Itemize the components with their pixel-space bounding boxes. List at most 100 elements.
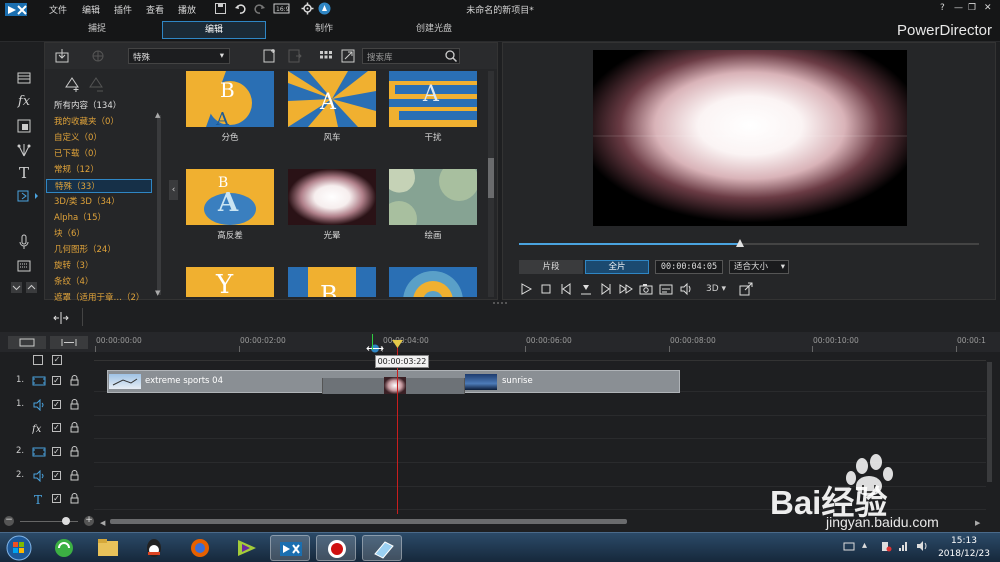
transition-thumbnail[interactable] <box>288 169 376 225</box>
category-dropdown[interactable]: 特殊 ▾ <box>128 48 230 64</box>
timeline-hscrollbar-thumb[interactable] <box>110 519 627 524</box>
scroll-left-icon[interactable]: ◀ <box>100 519 105 527</box>
all-tracks-visible-icon[interactable] <box>33 355 43 365</box>
category-item[interactable]: 旋转（3） <box>54 259 93 271</box>
expand-down-icon[interactable] <box>11 282 22 293</box>
new-item-icon[interactable] <box>263 48 277 64</box>
search-icon[interactable] <box>444 49 458 63</box>
track-header-video[interactable]: 1. ✓ <box>0 370 92 392</box>
track-header-fx[interactable]: fx ✓ <box>0 417 92 439</box>
start-button-icon[interactable] <box>4 534 34 562</box>
export-disabled-icon[interactable] <box>288 48 302 64</box>
audio-mixing-room-icon[interactable] <box>16 234 32 250</box>
plugin-disabled-icon[interactable] <box>90 48 106 64</box>
pip-room-icon[interactable] <box>16 118 32 134</box>
play-icon[interactable] <box>519 282 533 296</box>
stop-icon[interactable] <box>539 282 553 296</box>
scroll-up-icon[interactable]: ▲ <box>155 111 160 119</box>
taskbar-firefox-icon[interactable] <box>180 535 220 561</box>
tray-clock-date[interactable]: 2018/12/23 <box>930 549 998 559</box>
clip-mode-button[interactable]: 片段 <box>519 260 583 274</box>
transition-thumbnail[interactable]: Y <box>186 267 274 297</box>
category-item[interactable]: 几何图形（24） <box>54 243 116 255</box>
category-item[interactable]: 常规（12） <box>54 163 99 175</box>
lock-icon[interactable] <box>70 375 79 386</box>
chapter-room-icon[interactable] <box>16 258 32 274</box>
close-button[interactable]: ✕ <box>984 3 992 13</box>
transition-thumbnail[interactable]: AB <box>186 169 274 225</box>
category-item[interactable]: 特殊（33） <box>46 179 152 193</box>
restore-button[interactable]: ❐ <box>968 3 976 13</box>
category-scrollbar[interactable] <box>157 115 161 295</box>
3d-mode-button[interactable]: 3D ▾ <box>703 282 729 296</box>
category-item[interactable]: 3D/类 3D（34） <box>54 195 120 207</box>
collapse-categories-button[interactable]: ‹ <box>169 180 178 200</box>
track-header-audio[interactable]: 2. ✓ <box>0 465 92 487</box>
scroll-down-icon[interactable]: ▼ <box>155 289 160 297</box>
track-lane[interactable] <box>94 394 986 416</box>
transition-thumbnail[interactable]: B <box>288 267 376 297</box>
fit-timeline-icon[interactable] <box>52 311 70 325</box>
track-enable-checkbox[interactable]: ✓ <box>52 400 61 409</box>
tab-capture[interactable]: 捕捉 <box>38 21 156 39</box>
help-button[interactable]: ? <box>940 3 945 13</box>
track-enable-checkbox[interactable]: ✓ <box>52 471 61 480</box>
grid-view-icon[interactable] <box>319 48 333 64</box>
taskbar-qq-icon[interactable] <box>134 535 174 561</box>
category-item[interactable]: Alpha（15） <box>54 211 106 223</box>
track-manager-button[interactable] <box>8 336 46 349</box>
title-room-icon[interactable]: T <box>16 165 32 181</box>
category-item[interactable]: 遮罩（适用于章…（2） <box>54 291 144 303</box>
collapse-up-icon[interactable] <box>26 282 37 293</box>
subtitles-icon[interactable] <box>659 282 673 296</box>
zoom-in-button[interactable]: + <box>84 516 94 526</box>
taskbar-explorer-icon[interactable] <box>88 535 128 561</box>
zoom-slider-handle[interactable] <box>62 517 70 525</box>
movie-mode-button[interactable]: 全片 <box>585 260 649 274</box>
category-item[interactable]: 条纹（4） <box>54 275 93 287</box>
undock-icon[interactable] <box>739 282 753 296</box>
tray-usb-icon[interactable] <box>880 540 892 552</box>
snapshot-camera-icon[interactable] <box>639 282 653 296</box>
video-clip-track[interactable]: extreme sports 04 sunrise <box>107 370 680 394</box>
category-item[interactable]: 自定义（0） <box>54 131 102 143</box>
lock-icon[interactable] <box>70 446 79 457</box>
transition-thumbnail[interactable]: A <box>389 71 477 127</box>
minimize-button[interactable]: — <box>954 3 963 13</box>
category-item[interactable]: 我的收藏夹（0） <box>54 115 119 127</box>
preview-scrubber-track[interactable] <box>519 243 979 245</box>
transition-thumbnail[interactable]: BA <box>186 71 274 127</box>
volume-icon[interactable] <box>679 282 693 296</box>
lock-icon[interactable] <box>70 399 79 410</box>
preview-scrubber-handle[interactable] <box>735 239 744 249</box>
tray-clock-time[interactable]: 15:13 <box>930 536 998 546</box>
next-frame-icon[interactable] <box>599 282 613 296</box>
track-header-title[interactable]: T ✓ <box>0 488 92 510</box>
import-icon[interactable] <box>54 48 70 64</box>
tray-network-icon[interactable] <box>898 540 910 552</box>
taskbar-360-icon[interactable] <box>44 535 84 561</box>
taskbar-recorder-icon[interactable] <box>316 535 356 561</box>
preview-viewport[interactable] <box>593 50 907 226</box>
fx-room-icon[interactable]: fx <box>16 94 32 110</box>
transition-room-icon[interactable] <box>16 188 38 204</box>
track-header-audio[interactable]: 1. ✓ <box>0 394 92 416</box>
category-item[interactable]: 块（6） <box>54 227 85 239</box>
zoom-out-button[interactable]: − <box>4 516 14 526</box>
transition-thumbnail[interactable]: A <box>288 71 376 127</box>
playhead-marker[interactable] <box>392 340 403 349</box>
category-item[interactable]: 已下载（0） <box>54 147 102 159</box>
track-header-video[interactable]: 2. ✓ <box>0 441 92 463</box>
tab-create-disc[interactable]: 创建光盘 <box>384 21 484 39</box>
particle-room-icon[interactable] <box>16 142 32 158</box>
taskbar-media-player-icon[interactable] <box>226 535 266 561</box>
taskbar-eraser-icon[interactable] <box>362 535 402 561</box>
fast-forward-icon[interactable] <box>619 282 633 296</box>
media-room-icon[interactable] <box>16 70 32 86</box>
track-enable-checkbox[interactable]: ✓ <box>52 447 61 456</box>
all-tracks-checkbox[interactable]: ✓ <box>52 355 62 365</box>
tray-keyboard-icon[interactable] <box>843 540 855 552</box>
category-item[interactable]: 所有内容（134） <box>54 99 121 111</box>
resize-thumbnail-icon[interactable] <box>341 48 355 64</box>
library-scroll-thumb[interactable] <box>488 158 494 198</box>
